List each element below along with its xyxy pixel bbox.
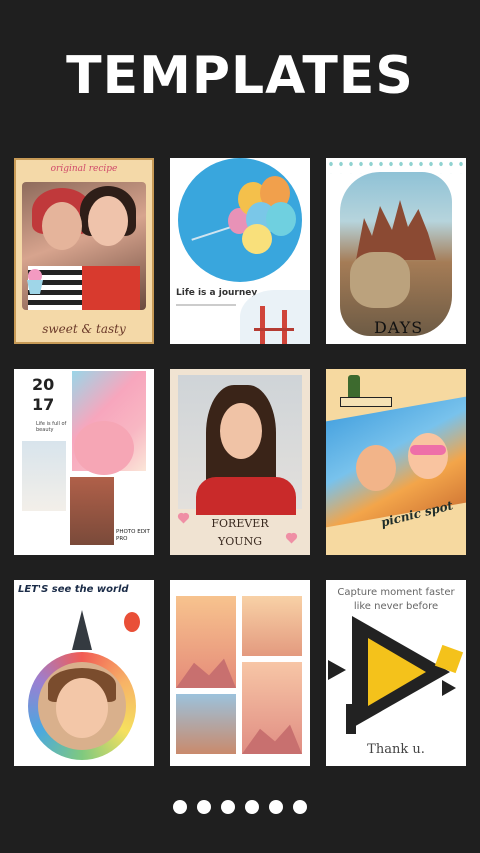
eiffel-tower-icon [72,610,92,650]
page-dot[interactable] [245,800,259,814]
template-footer-text: Thank u. [367,742,425,757]
template-caption: Capture moment faster like never before [337,587,455,612]
template-card-forever-young[interactable]: FOREVER YOUNG [170,369,310,555]
page-dot[interactable] [173,800,187,814]
template-card-days[interactable]: DAYS [326,158,466,344]
page-dot[interactable] [293,800,307,814]
template-text: Life is a journey [176,288,258,298]
template-photo [178,375,302,515]
pagination-dots [0,800,480,816]
cupcake-icon [27,269,43,294]
hot-air-balloon-icon [124,612,140,632]
template-card-capture-moment[interactable]: Capture moment faster like never before … [326,580,466,766]
template-small-text: Life is full of beauty [36,421,67,433]
template-card-2017-collage[interactable]: 20 17 Life is full of beauty PHOTO EDIT … [14,369,154,555]
template-photo [242,596,302,656]
template-top-text: original recipe [50,164,118,174]
template-text: DAYS [374,318,424,337]
template-card-picnic-spot[interactable]: picnic spot [326,369,466,555]
template-text: LET'S see the world [18,584,129,595]
bridge-icon [254,306,294,344]
template-photo-text: PHOTO EDIT PRO [116,529,150,542]
template-year: 20 17 [32,375,55,414]
template-card-life-is-a-journey[interactable]: Life is a journey [170,158,310,344]
template-card-lets-see-the-world[interactable]: LET'S see the world [14,580,154,766]
template-bottom-text: sweet & tasty [42,322,126,336]
page-dot[interactable] [269,800,283,814]
templates-grid: original recipe sweet & tasty Life is a … [0,0,480,853]
template-card-original-recipe[interactable]: original recipe sweet & tasty [14,158,154,344]
template-photo [176,694,236,754]
page-dot[interactable] [221,800,235,814]
template-card-mountain-grid[interactable] [170,580,310,766]
page-dot[interactable] [197,800,211,814]
